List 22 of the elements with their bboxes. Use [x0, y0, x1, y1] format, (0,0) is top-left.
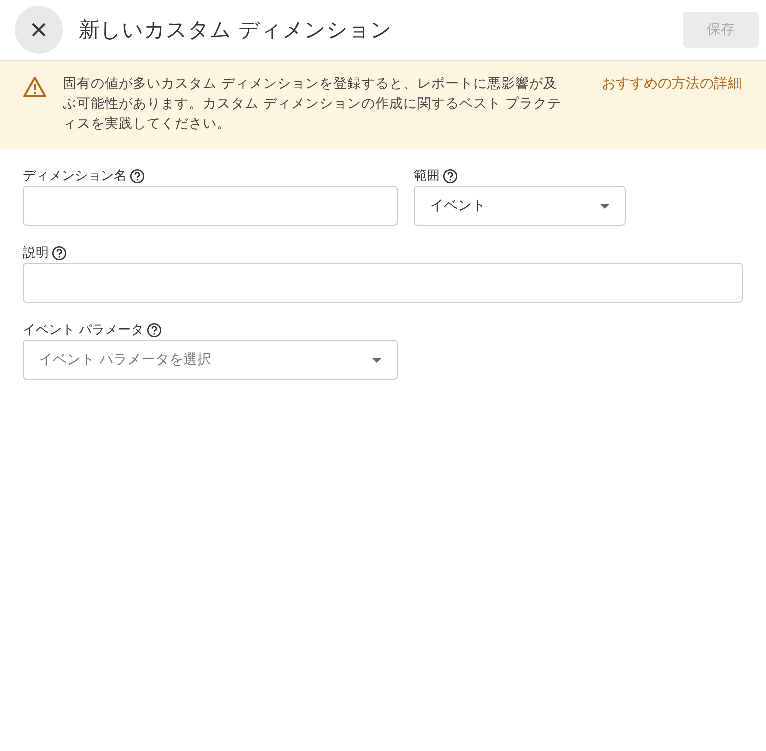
dropdown-field[interactable]: イベント: [414, 186, 626, 226]
dropdown-placeholder: イベント パラメータを選択: [39, 351, 212, 369]
text-field[interactable]: [23, 186, 398, 226]
caret-icon: [372, 358, 382, 362]
caret-icon: [600, 204, 610, 208]
close-button[interactable]: [15, 6, 63, 54]
learn-more-link[interactable]: おすすめの方法の詳細: [602, 74, 742, 94]
dropdown-field[interactable]: イベント パラメータを選択: [23, 340, 398, 380]
help-icon[interactable]: [443, 168, 458, 184]
field-label: イベント パラメータ: [23, 322, 144, 339]
text-field[interactable]: [23, 263, 743, 303]
warning-message: 固有の値が多いカスタム ディメンションを登録すると、レポートに悪影響が及ぶ可能性があります。カスタム ディメンションの作成に関するベスト プラクティスを実践してください。: [63, 75, 563, 134]
field-label: 範囲: [414, 168, 440, 185]
help-icon[interactable]: [130, 168, 145, 184]
field-label: ディメンション名: [23, 168, 127, 185]
help-icon[interactable]: [147, 322, 162, 338]
help-icon[interactable]: [52, 246, 67, 260]
dropdown-value: イベント: [430, 197, 486, 215]
warning-icon: [23, 76, 47, 98]
close-icon: [32, 23, 46, 37]
field-label: 説明: [23, 245, 49, 262]
dialog-title: 新しいカスタム ディメンション: [79, 17, 394, 44]
